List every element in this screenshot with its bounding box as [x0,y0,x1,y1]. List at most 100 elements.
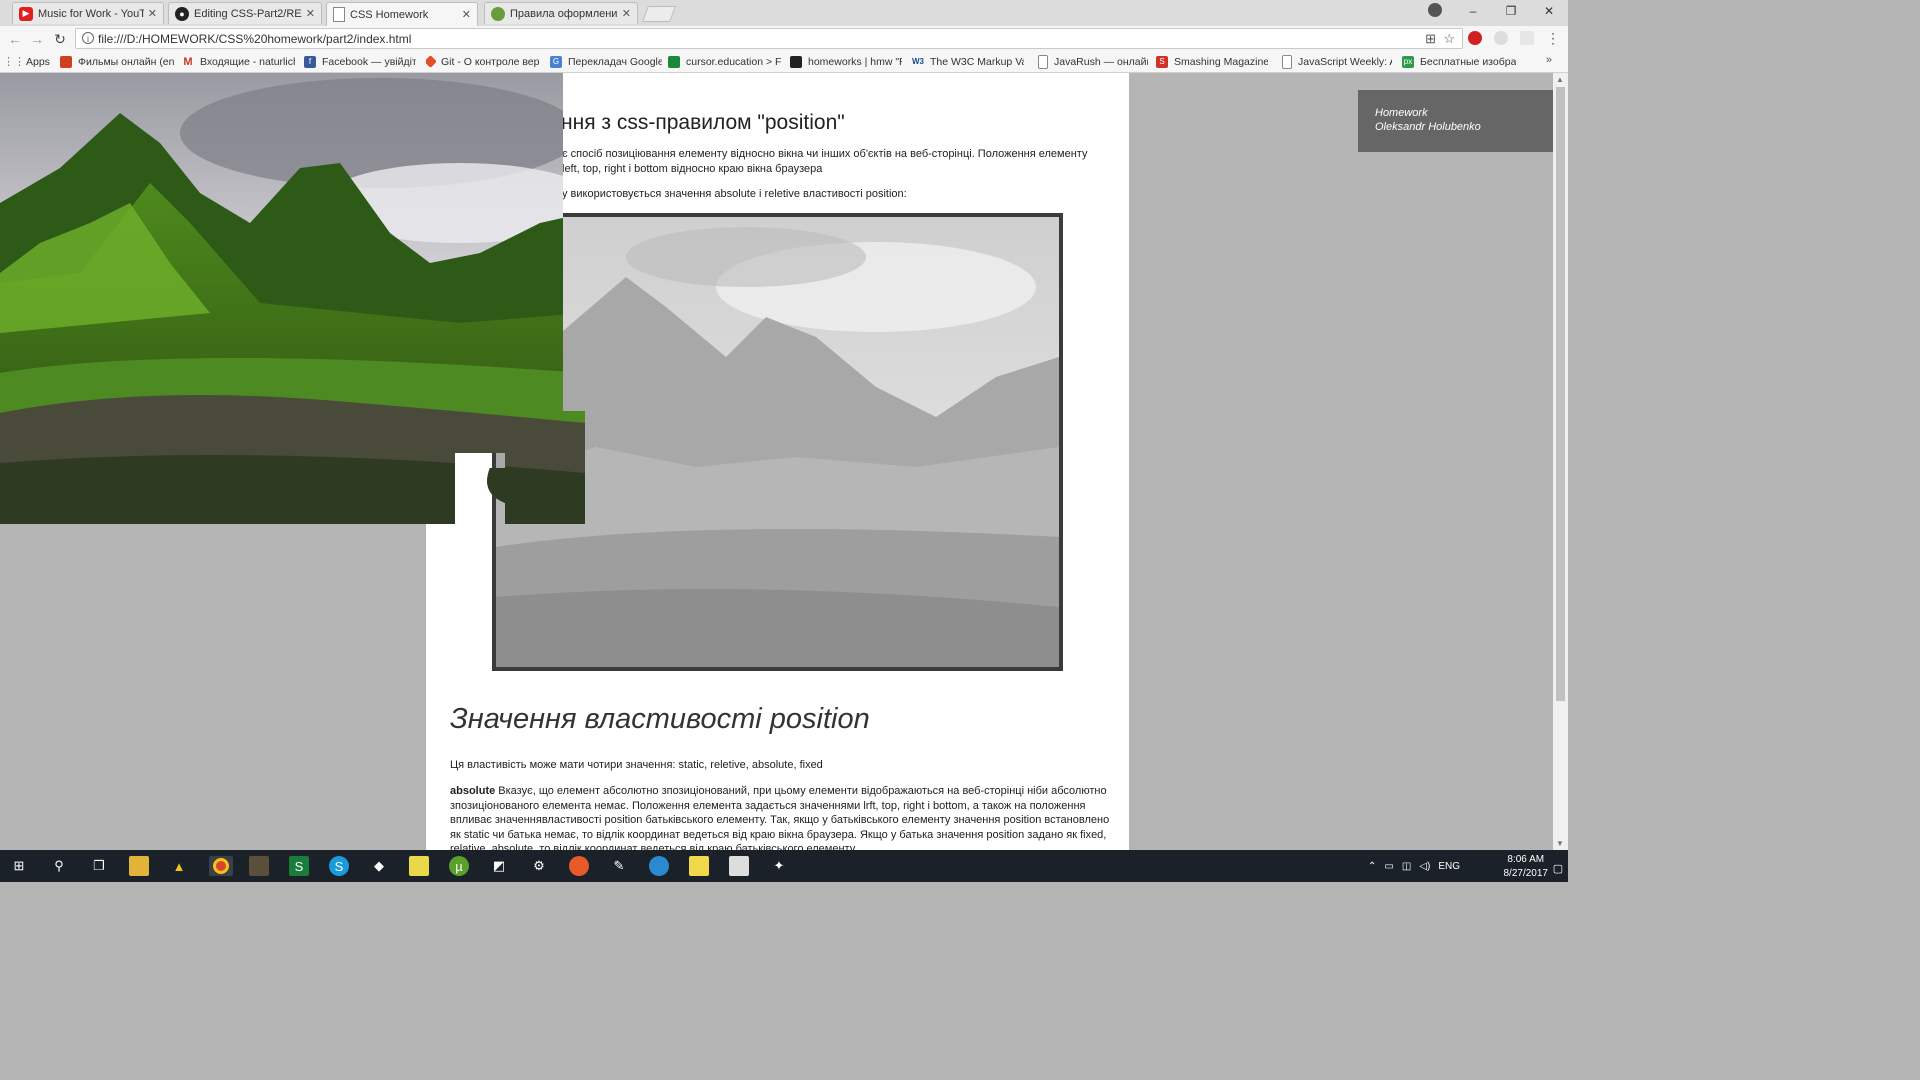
bookmarks-more-icon[interactable]: » [1546,54,1552,66]
sticky-notes-icon[interactable] [689,856,709,876]
bookmark-star-icon[interactable]: ☆ [1443,31,1455,47]
page-heading: ння з css-правилом "position" [561,111,845,134]
close-icon[interactable]: ✕ [148,7,157,20]
page-icon [333,7,345,22]
close-icon[interactable]: ✕ [622,7,631,20]
badge-line-2: Oleksandr Holubenko [1375,121,1481,133]
address-bar[interactable]: i file:///D:/HOMEWORK/CSS%20homework/par… [75,28,1463,49]
intro-line: є спосіб позиціювання елементу відносно … [562,148,1088,160]
app-icon[interactable]: S [289,856,309,876]
close-icon[interactable]: ✕ [462,8,471,21]
notifications-icon[interactable]: ▢ [1548,858,1568,878]
trello-icon [790,55,802,68]
search-icon[interactable]: ⚲ [49,856,69,876]
clock[interactable]: 8:06 AM 8/27/2017 [1504,853,1549,881]
intro-line: left, top, right і bottom відносно краю … [562,163,823,175]
bookmark-javarush[interactable]: JavaRush — онлайн- [1038,54,1148,69]
bookmark-films[interactable]: Фильмы онлайн (en [60,54,174,69]
scrollbar-thumb[interactable] [1556,87,1565,701]
bookmark-smashing[interactable]: S Smashing Magazine [1156,54,1268,69]
app-icon[interactable]: ◩ [489,856,509,876]
task-view-icon[interactable]: ❐ [89,856,109,876]
app-icon[interactable]: ▲ [169,856,189,876]
git-kraken-icon[interactable]: ◆ [369,856,389,876]
bookmark-git[interactable]: Git - О контроле вер [426,54,540,69]
paint-icon[interactable]: ✦ [769,856,789,876]
menu-icon[interactable]: ⋮ [1546,30,1560,47]
absolute-description: Вказує, що елемент абсолютно зпозиціонов… [450,785,1110,850]
tray-expand-icon[interactable]: ⌃ [1368,861,1376,872]
pixabay-icon: px [1402,55,1414,68]
app-icon[interactable] [409,856,429,876]
chrome-icon[interactable] [209,856,233,876]
scroll-up-icon[interactable]: ▲ [1556,75,1564,84]
tab-pravila[interactable]: Правила оформления с ✕ [484,2,638,24]
app-icon[interactable] [249,856,269,876]
app-icon[interactable] [729,856,749,876]
file-explorer-icon[interactable] [129,856,149,876]
bookmark-translate[interactable]: G Перекладач Google [550,54,662,69]
steam-icon[interactable]: ⚙ [529,856,549,876]
close-window-button[interactable]: ✕ [1530,0,1568,22]
bookmark-facebook[interactable]: f Facebook — увійдіть [304,54,416,69]
bookmark-homeworks[interactable]: homeworks | hmw "R [790,54,902,69]
tab-github[interactable]: ● Editing CSS-Part2/READM ✕ [168,2,322,24]
page-scrollbar[interactable]: ▲ ▼ [1553,73,1568,850]
new-tab-button[interactable] [642,6,676,22]
apps-icon: ⋮⋮ [8,56,25,68]
bookmark-label: Apps [26,55,50,68]
colored-landscape-puzzle-image [0,73,585,524]
extension-icon[interactable] [1494,31,1508,45]
tab-youtube[interactable]: ▶ Music for Work - YouTub ✕ [12,2,164,24]
bookmark-cursor[interactable]: cursor.education > Fr [668,54,781,69]
bookmark-jsweekly[interactable]: JavaScript Weekly: A [1282,54,1392,69]
site-icon [491,6,505,21]
language-indicator[interactable]: ENG [1438,861,1460,872]
absolute-term: absolute [450,785,496,797]
adblock-icon[interactable] [1468,31,1482,45]
address-url[interactable]: file:///D:/HOMEWORK/CSS%20homework/part2… [98,32,411,46]
bookmark-label: Входящие - naturlich [200,55,295,68]
bookmark-pixabay[interactable]: px Бесплатные изображ [1402,54,1516,69]
restore-button[interactable]: ❐ [1492,0,1530,22]
film-icon [60,55,72,68]
clock-time: 8:06 AM [1507,854,1545,865]
bookmark-label: Бесплатные изображ [1420,55,1516,68]
sheet-icon [668,55,680,68]
close-icon[interactable]: ✕ [306,7,315,20]
windows-start-icon[interactable]: ⊞ [9,856,29,876]
translate-icon[interactable]: ⊞ [1425,31,1436,47]
app-icon[interactable] [649,856,669,876]
reload-icon[interactable]: ↻ [51,30,69,48]
bookmark-label: Smashing Magazine [1174,55,1268,68]
tab-css-homework[interactable]: CSS Homework ✕ [326,2,478,26]
bookmarks-bar: ⋮⋮ Apps Фильмы онлайн (en M Входящие - n… [0,51,1568,73]
bookmark-w3c[interactable]: W3 The W3C Markup Val [912,54,1024,69]
info-icon[interactable]: i [82,32,94,44]
minimize-button[interactable]: – [1454,0,1492,22]
author-badge: Homework Oleksandr Holubenko [1358,90,1554,152]
volume-icon[interactable]: ◁) [1419,861,1430,872]
network-icon[interactable]: ◫ [1402,861,1411,872]
badge-line-1: Homework [1375,107,1428,119]
battery-icon[interactable]: ▭ [1384,861,1393,872]
gmail-icon: M [183,55,193,68]
git-icon [426,55,437,68]
scroll-down-icon[interactable]: ▼ [1556,839,1564,848]
bookmark-gmail[interactable]: M Входящие - naturlich [182,54,295,69]
profile-icon[interactable] [1428,3,1442,17]
skype-icon[interactable]: S [329,856,349,876]
bookmark-label: JavaScript Weekly: A [1298,55,1392,68]
bookmark-apps[interactable]: ⋮⋮ Apps [8,54,56,69]
extension-icon[interactable] [1520,31,1534,45]
app-icon[interactable] [569,856,589,876]
utorrent-icon[interactable]: µ [449,856,469,876]
smashing-icon: S [1156,55,1168,68]
tab-strip: ▶ Music for Work - YouTub ✕ ● Editing CS… [0,0,1568,26]
forward-arrow-icon[interactable]: → [28,30,46,48]
back-arrow-icon[interactable]: ← [6,30,24,48]
clock-date: 8/27/2017 [1503,868,1549,879]
tab-title: CSS Homework [350,8,429,21]
w3c-icon: W3 [912,57,924,66]
notepad-icon[interactable]: ✎ [609,856,629,876]
